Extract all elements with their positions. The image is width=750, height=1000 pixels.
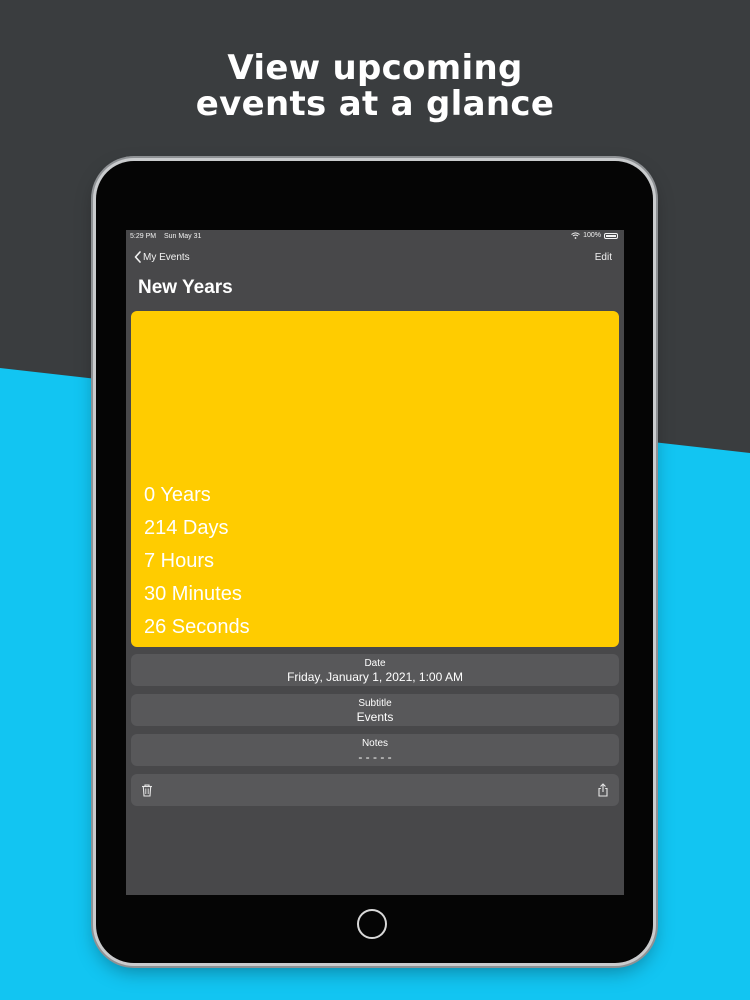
back-button-label: My Events [143, 251, 190, 263]
chevron-left-icon [134, 251, 141, 263]
home-button[interactable] [357, 909, 387, 939]
promo-headline: View upcoming events at a glance [0, 50, 750, 122]
headline-line-1: View upcoming [227, 48, 523, 88]
headline-line-2: events at a glance [195, 84, 555, 124]
battery-percent: 100% [583, 232, 601, 239]
ipad-screen: 5:29 PM Sun May 31 100% My Events Edit N… [126, 230, 624, 895]
detail-row-date[interactable]: Date Friday, January 1, 2021, 1:00 AM [131, 654, 619, 686]
ipad-frame: 5:29 PM Sun May 31 100% My Events Edit N… [96, 161, 653, 963]
detail-value-notes: - - - - - [358, 750, 392, 764]
status-time: 5:29 PM [130, 233, 157, 240]
countdown-hours: 7 Hours [144, 550, 215, 572]
battery-icon [604, 232, 618, 239]
edit-button[interactable]: Edit [595, 252, 612, 263]
countdown-days: 214 Days [144, 517, 229, 539]
detail-label-subtitle: Subtitle [358, 698, 392, 709]
status-right: 100% [571, 232, 618, 239]
detail-value-date: Friday, January 1, 2021, 1:00 AM [287, 670, 463, 684]
countdown-card: 0 Years 214 Days 7 Hours 30 Minutes 26 S… [131, 311, 619, 647]
nav-bar: My Events Edit [126, 248, 624, 268]
detail-label-notes: Notes [361, 738, 389, 749]
wifi-icon [571, 232, 580, 239]
detail-row-notes[interactable]: Notes - - - - - [131, 734, 619, 766]
event-title: New Years [138, 277, 233, 298]
detail-label-date: Date [364, 658, 386, 669]
countdown-minutes: 30 Minutes [144, 583, 242, 605]
share-icon[interactable] [596, 783, 610, 797]
detail-row-subtitle[interactable]: Subtitle Events [131, 694, 619, 726]
action-toolbar [131, 774, 619, 806]
status-bar: 5:29 PM Sun May 31 100% [126, 230, 624, 244]
countdown-list: 0 Years 214 Days 7 Hours 30 Minutes 26 S… [144, 479, 250, 644]
back-button[interactable]: My Events [134, 251, 190, 263]
countdown-years: 0 Years [144, 484, 211, 506]
detail-value-subtitle: Events [356, 710, 394, 724]
trash-icon[interactable] [140, 783, 154, 797]
status-date: Sun May 31 [164, 233, 202, 240]
countdown-seconds: 26 Seconds [144, 616, 250, 638]
